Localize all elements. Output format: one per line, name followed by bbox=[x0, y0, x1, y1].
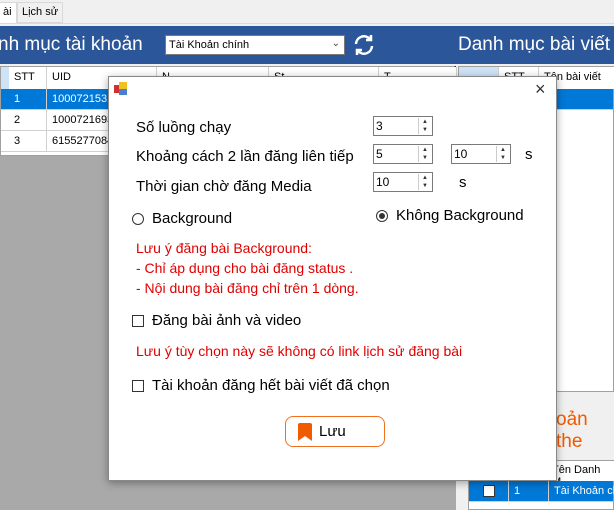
chevron-down-icon: ⌄ bbox=[331, 38, 340, 49]
cell-name: Tài Khoản ch bbox=[549, 481, 614, 502]
background-label[interactable]: Background bbox=[152, 210, 232, 227]
no-background-label[interactable]: Không Background bbox=[396, 207, 524, 224]
post-all-checkbox[interactable] bbox=[132, 380, 144, 392]
interval-unit: s bbox=[525, 146, 533, 163]
account-category-select[interactable]: Tài Khoản chính ⌄ bbox=[165, 35, 345, 55]
table-row[interactable]: 1 Tài Khoản ch bbox=[469, 481, 614, 502]
close-icon[interactable]: × bbox=[535, 79, 546, 100]
save-label: Lưu bbox=[319, 423, 346, 440]
refresh-icon[interactable] bbox=[352, 33, 376, 57]
account-select-value: Tài Khoản chính bbox=[169, 39, 250, 51]
threads-stepper[interactable]: 3 ▲ ▼ bbox=[373, 116, 433, 136]
interval-label: Khoảng cách 2 lần đăng liên tiếp bbox=[136, 148, 354, 165]
cell-stt: 1 bbox=[509, 481, 549, 502]
bookmark-icon bbox=[298, 423, 312, 441]
media-wait-label: Thời gian chờ đăng Media bbox=[136, 178, 312, 195]
posts-title: Danh mục bài viết bbox=[458, 34, 611, 55]
background-note-title: Lưu ý đăng bài Background: bbox=[136, 240, 312, 256]
panel-title: oản the bbox=[556, 409, 588, 452]
tab-history[interactable]: Lịch sử bbox=[17, 2, 64, 23]
column-header[interactable]: STT bbox=[9, 67, 47, 89]
post-all-label[interactable]: Tài khoản đăng hết bài viết đã chọn bbox=[152, 377, 390, 394]
photo-video-checkbox[interactable] bbox=[132, 315, 144, 327]
background-note-line: - Chỉ áp dụng cho bài đăng status . bbox=[136, 260, 354, 276]
cell-stt: 1 bbox=[9, 89, 47, 110]
interval-min-stepper[interactable]: 5 ▲ ▼ bbox=[373, 144, 433, 164]
accounts-title: nh mục tài khoản bbox=[0, 34, 143, 55]
media-wait-value: 10 bbox=[376, 175, 390, 189]
post-settings-dialog: × Số luồng chạy 3 ▲ ▼ Khoảng cách 2 lần đă… bbox=[108, 76, 557, 481]
row-checkbox[interactable] bbox=[482, 485, 495, 497]
cell-stt: 2 bbox=[9, 110, 47, 131]
background-radio[interactable] bbox=[132, 213, 144, 225]
tab-post[interactable]: ài bbox=[0, 2, 17, 23]
no-background-radio[interactable] bbox=[376, 210, 388, 222]
photo-video-note: Lưu ý tùy chọn này sẽ không có link lịch… bbox=[136, 343, 463, 359]
interval-max-value: 10 bbox=[454, 147, 468, 161]
cell-stt: 3 bbox=[9, 131, 47, 152]
background-note-line: - Nội dung bài đăng chỉ trên 1 dòng. bbox=[136, 280, 359, 296]
app-icon bbox=[114, 82, 127, 95]
interval-min-value: 5 bbox=[376, 147, 383, 161]
threads-value: 3 bbox=[376, 119, 383, 133]
media-wait-unit: s bbox=[459, 174, 467, 191]
media-wait-stepper[interactable]: 10 ▲ ▼ bbox=[373, 172, 433, 192]
threads-label: Số luồng chạy bbox=[136, 119, 232, 136]
interval-max-stepper[interactable]: 10 ▲ ▼ bbox=[451, 144, 511, 164]
photo-video-label[interactable]: Đăng bài ảnh và video bbox=[152, 312, 301, 329]
tab-bar: ài Lịch sử bbox=[0, 0, 614, 24]
save-button[interactable]: Lưu bbox=[285, 416, 385, 447]
header-bar: nh mục tài khoản Tài Khoản chính ⌄ Danh m… bbox=[0, 26, 614, 64]
column-header[interactable]: Tên Danh M bbox=[549, 461, 614, 488]
